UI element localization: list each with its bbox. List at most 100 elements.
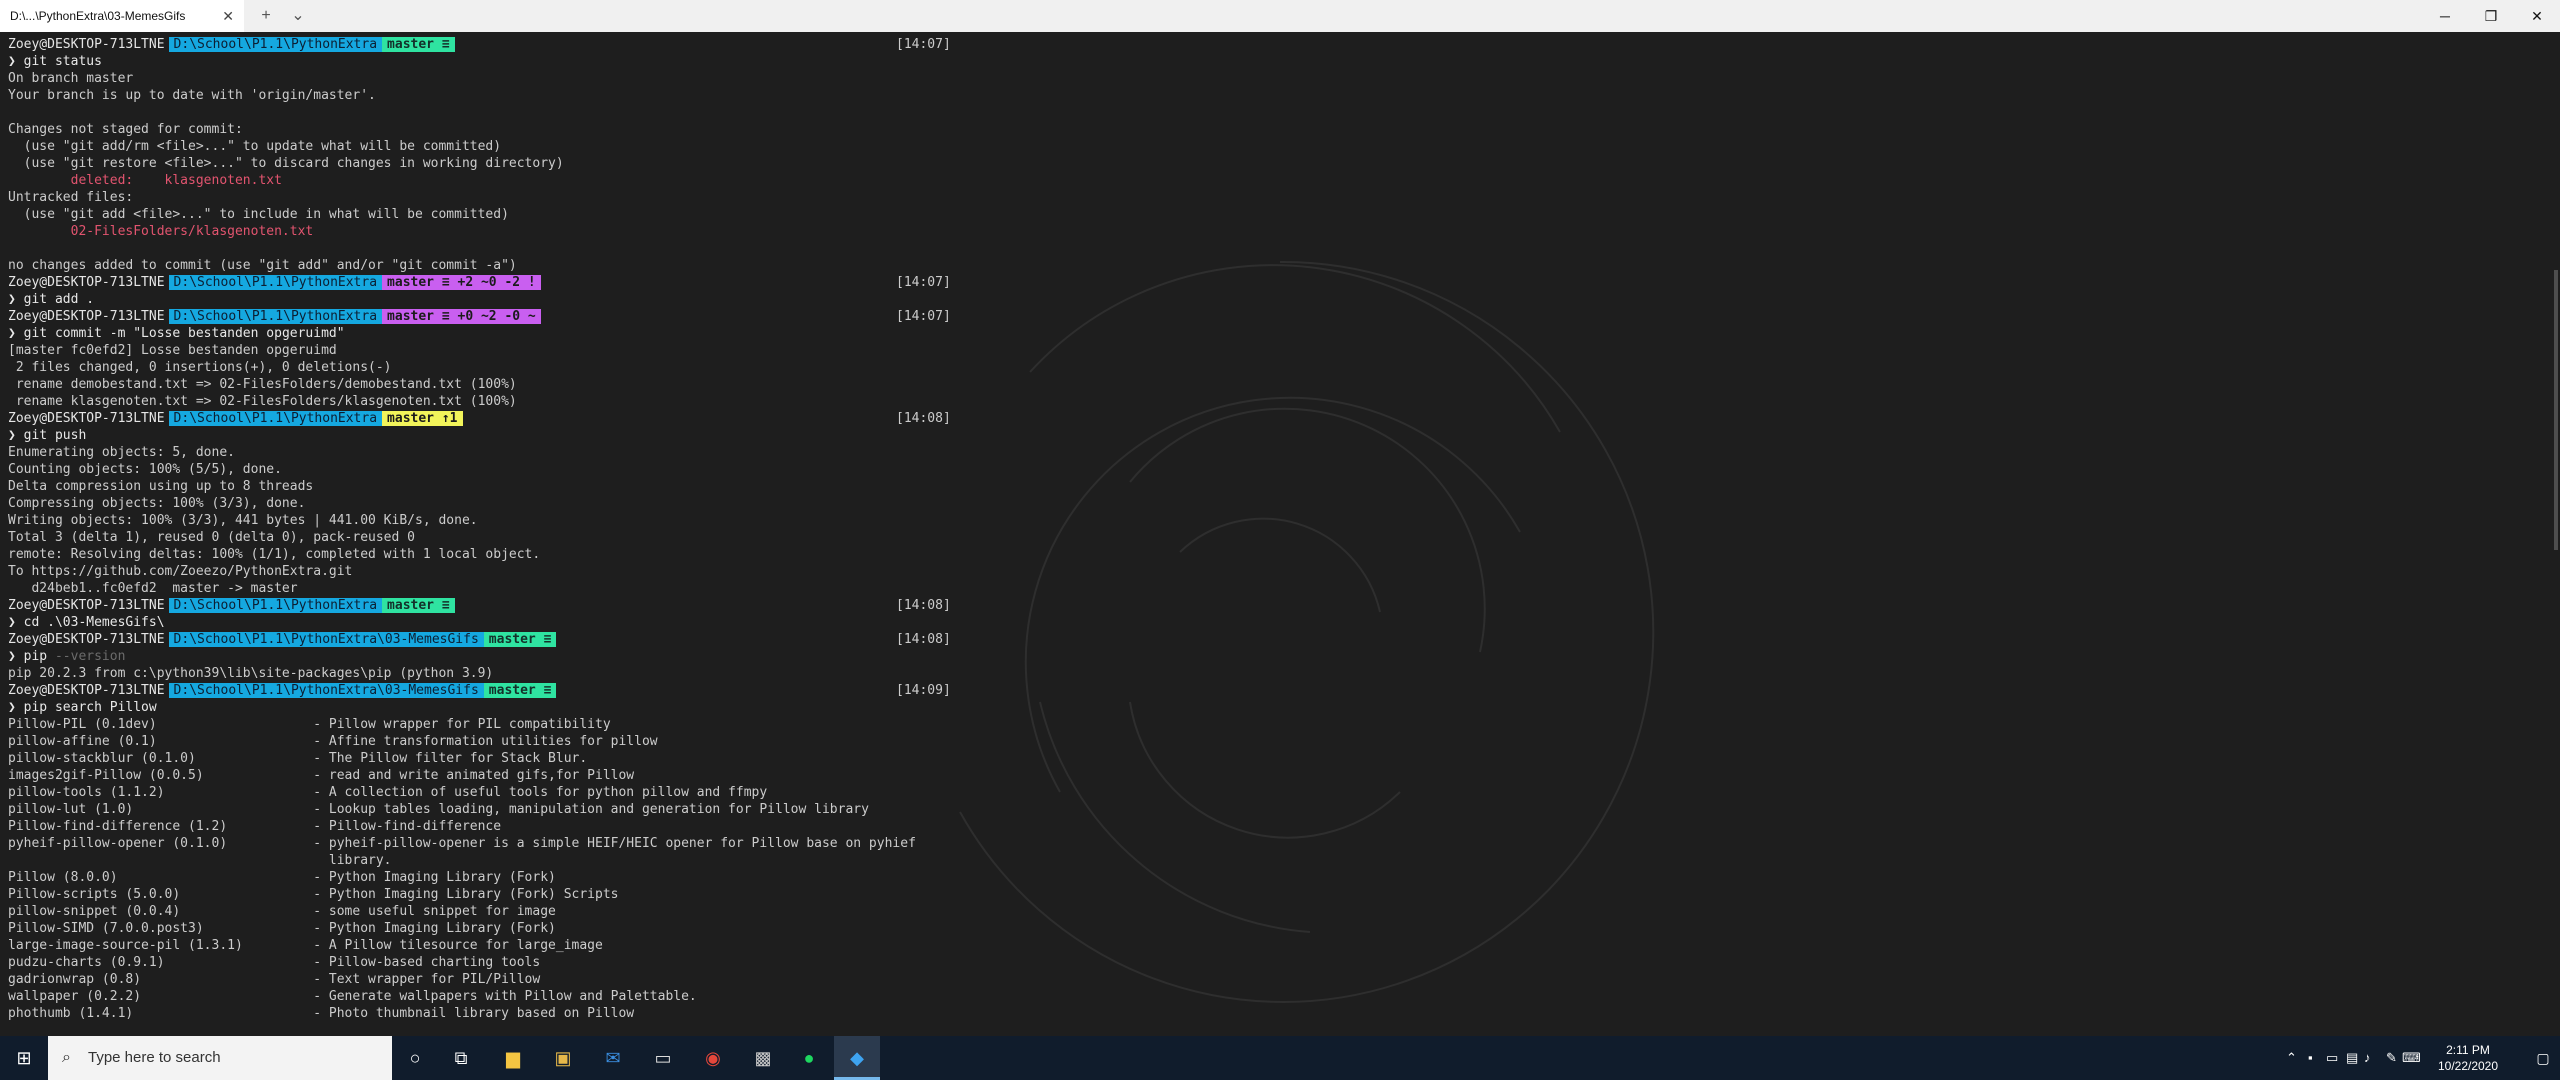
output-line: no changes added to commit (use "git add…	[8, 257, 1068, 274]
prompt-arrow-icon: ❯	[8, 700, 24, 715]
output-line: pyheif-pillow-opener (0.1.0) - pyheif-pi…	[8, 835, 1068, 852]
command-args: commit -m "Losse bestanden opgeruimd"	[47, 326, 345, 341]
output-line: Writing objects: 100% (3/3), 441 bytes |…	[8, 512, 1068, 529]
mail-client-icon[interactable]: ▩	[740, 1036, 786, 1080]
terminal-scrollbar[interactable]	[2550, 32, 2560, 1036]
output-text: (use "git add <file>..." to include in w…	[8, 207, 509, 222]
output-line: remote: Resolving deltas: 100% (1/1), co…	[8, 546, 1068, 563]
output-text: rename klasgenoten.txt => 02-FilesFolder…	[8, 394, 517, 409]
output-line: rename demobestand.txt => 02-FilesFolder…	[8, 376, 1068, 393]
prompt-timestamp: [14:07]	[896, 309, 951, 324]
output-line: pillow-tools (1.1.2) - A collection of u…	[8, 784, 1068, 801]
output-text: Pillow-scripts (5.0.0) - Python Imaging …	[8, 887, 619, 902]
output-text: [master fc0efd2] Losse bestanden opgerui…	[8, 343, 337, 358]
output-text: remote: Resolving deltas: 100% (1/1), co…	[8, 547, 541, 562]
new-tab-button[interactable]: +	[250, 0, 282, 32]
clock-date: 10/22/2020	[2437, 1059, 2499, 1073]
output-text: phothumb (1.4.1) - Photo thumbnail libra…	[8, 1006, 635, 1021]
taskbar-search-box[interactable]: ⌕ Type here to search	[48, 1036, 392, 1080]
command-name: git	[23, 326, 48, 341]
command-line: ❯ pip search Pillow	[8, 699, 1068, 716]
cortana-icon[interactable]: ○	[392, 1036, 438, 1080]
output-line: pillow-snippet (0.0.4) - some useful sni…	[8, 903, 1068, 920]
output-text: On branch master	[8, 71, 134, 86]
minimize-button[interactable]: ─	[2422, 0, 2468, 32]
prompt-timestamp: [14:08]	[896, 632, 951, 647]
output-line: Pillow-scripts (5.0.0) - Python Imaging …	[8, 886, 1068, 903]
output-text: 02-FilesFolders/klasgenoten.txt	[8, 224, 314, 239]
prompt-git-segment: master ↑1	[382, 411, 463, 426]
output-line: Counting objects: 100% (5/5), done.	[8, 461, 1068, 478]
chrome-icon[interactable]: ◉	[690, 1036, 736, 1080]
output-line: Your branch is up to date with 'origin/m…	[8, 87, 1068, 104]
command-name: pip	[23, 700, 48, 715]
windows-start-icon[interactable]: ⊞	[0, 1036, 48, 1080]
output-text: deleted: klasgenoten.txt	[8, 173, 282, 188]
output-line: library.	[8, 852, 1068, 869]
command-line: ❯ git status	[8, 53, 1068, 70]
terminal-pane[interactable]: Zoey@DESKTOP-713LTNE D:\School\P1.1\Pytho…	[0, 32, 2550, 1036]
prompt-timestamp: [14:09]	[896, 683, 951, 698]
taskbar-clock[interactable]: 2:11 PM 10/22/2020	[2418, 1042, 2518, 1074]
output-line-highlight: 02-FilesFolders/klasgenoten.txt	[8, 223, 1068, 240]
output-text: Untracked files:	[8, 190, 134, 205]
output-text: pip 20.2.3 from c:\python39\lib\site-pac…	[8, 666, 494, 681]
output-line: large-image-source-pil (1.3.1) - A Pillo…	[8, 937, 1068, 954]
mail-icon[interactable]: ✉	[590, 1036, 636, 1080]
prompt-arrow-icon: ❯	[8, 292, 24, 307]
tray-chevron-icon[interactable]: ⌃	[2286, 1036, 2297, 1080]
terminal-tab[interactable]: D:\...\PythonExtra\03-MemesGifs ✕	[0, 0, 244, 32]
command-line: ❯ cd .\03-MemesGifs\	[8, 614, 1068, 631]
store-icon[interactable]: ▣	[540, 1036, 586, 1080]
notification-icon[interactable]: ▢	[2526, 1036, 2560, 1080]
output-line: (use "git restore <file>..." to discard …	[8, 155, 1068, 172]
output-text: Counting objects: 100% (5/5), done.	[8, 462, 282, 477]
prompt-user: Zoey@DESKTOP-713LTNE	[8, 683, 165, 698]
output-text: rename demobestand.txt => 02-FilesFolder…	[8, 377, 517, 392]
prompt-line: Zoey@DESKTOP-713LTNE D:\School\P1.1\Pytho…	[8, 631, 1068, 648]
command-args: push	[47, 428, 87, 443]
scrollbar-thumb[interactable]	[2554, 270, 2558, 550]
prompt-arrow-icon: ❯	[8, 615, 24, 630]
prompt-git-segment: master ≡	[382, 37, 455, 52]
close-button[interactable]: ✕	[2514, 0, 2560, 32]
tray-pen-icon[interactable]: ✎	[2386, 1036, 2397, 1080]
prompt-path-segment: D:\School\P1.1\PythonExtra	[168, 37, 383, 52]
terminal-app-icon[interactable]: ▭	[640, 1036, 686, 1080]
output-text: To https://github.com/Zoeezo/PythonExtra…	[8, 564, 353, 579]
output-line: Total 3 (delta 1), reused 0 (delta 0), p…	[8, 529, 1068, 546]
output-line: Pillow (8.0.0) - Python Imaging Library …	[8, 869, 1068, 886]
tab-close-icon[interactable]: ✕	[222, 0, 234, 32]
tray-network-icon[interactable]: ▭	[2326, 1036, 2338, 1080]
output-line: To https://github.com/Zoeezo/PythonExtra…	[8, 563, 1068, 580]
output-text: Your branch is up to date with 'origin/m…	[8, 88, 376, 103]
tray-volume-icon[interactable]: ♪	[2364, 1036, 2371, 1080]
prompt-user: Zoey@DESKTOP-713LTNE	[8, 37, 165, 52]
output-text: d24beb1..fc0efd2 master -> master	[8, 581, 298, 596]
prompt-user: Zoey@DESKTOP-713LTNE	[8, 275, 165, 290]
spotify-icon[interactable]: ●	[786, 1036, 832, 1080]
vscode-icon[interactable]: ◆	[834, 1036, 880, 1080]
output-text: (use "git add/rm <file>..." to update wh…	[8, 139, 502, 154]
output-text: pillow-affine (0.1) - Affine transformat…	[8, 734, 658, 749]
prompt-git-segment: master ≡	[483, 632, 557, 647]
output-line: Pillow-SIMD (7.0.0.post3) - Python Imagi…	[8, 920, 1068, 937]
prompt-timestamp: [14:07]	[896, 275, 951, 290]
maximize-button[interactable]: ❐	[2468, 0, 2514, 32]
command-line: ❯ pip --version	[8, 648, 1068, 665]
output-line: gadrionwrap (0.8) - Text wrapper for PIL…	[8, 971, 1068, 988]
output-text: large-image-source-pil (1.3.1) - A Pillo…	[8, 938, 603, 953]
output-line: Compressing objects: 100% (3/3), done.	[8, 495, 1068, 512]
tray-folder-icon[interactable]: ▤	[2346, 1036, 2358, 1080]
tray-app-icon[interactable]: ▪	[2308, 1036, 2313, 1080]
tab-dropdown-icon[interactable]: ⌄	[282, 0, 314, 32]
prompt-git-segment: master ≡ +2 ~0 -2 !	[382, 275, 541, 290]
task-view-icon[interactable]: ⧉	[438, 1036, 484, 1080]
file-explorer-icon[interactable]: ▆	[490, 1036, 536, 1080]
prompt-line: Zoey@DESKTOP-713LTNE D:\School\P1.1\Pytho…	[8, 597, 1068, 614]
prompt-path-segment: D:\School\P1.1\PythonExtra	[168, 309, 383, 324]
output-line-highlight: deleted: klasgenoten.txt	[8, 172, 1068, 189]
output-text: pillow-snippet (0.0.4) - some useful sni…	[8, 904, 556, 919]
output-text: Pillow-SIMD (7.0.0.post3) - Python Imagi…	[8, 921, 556, 936]
